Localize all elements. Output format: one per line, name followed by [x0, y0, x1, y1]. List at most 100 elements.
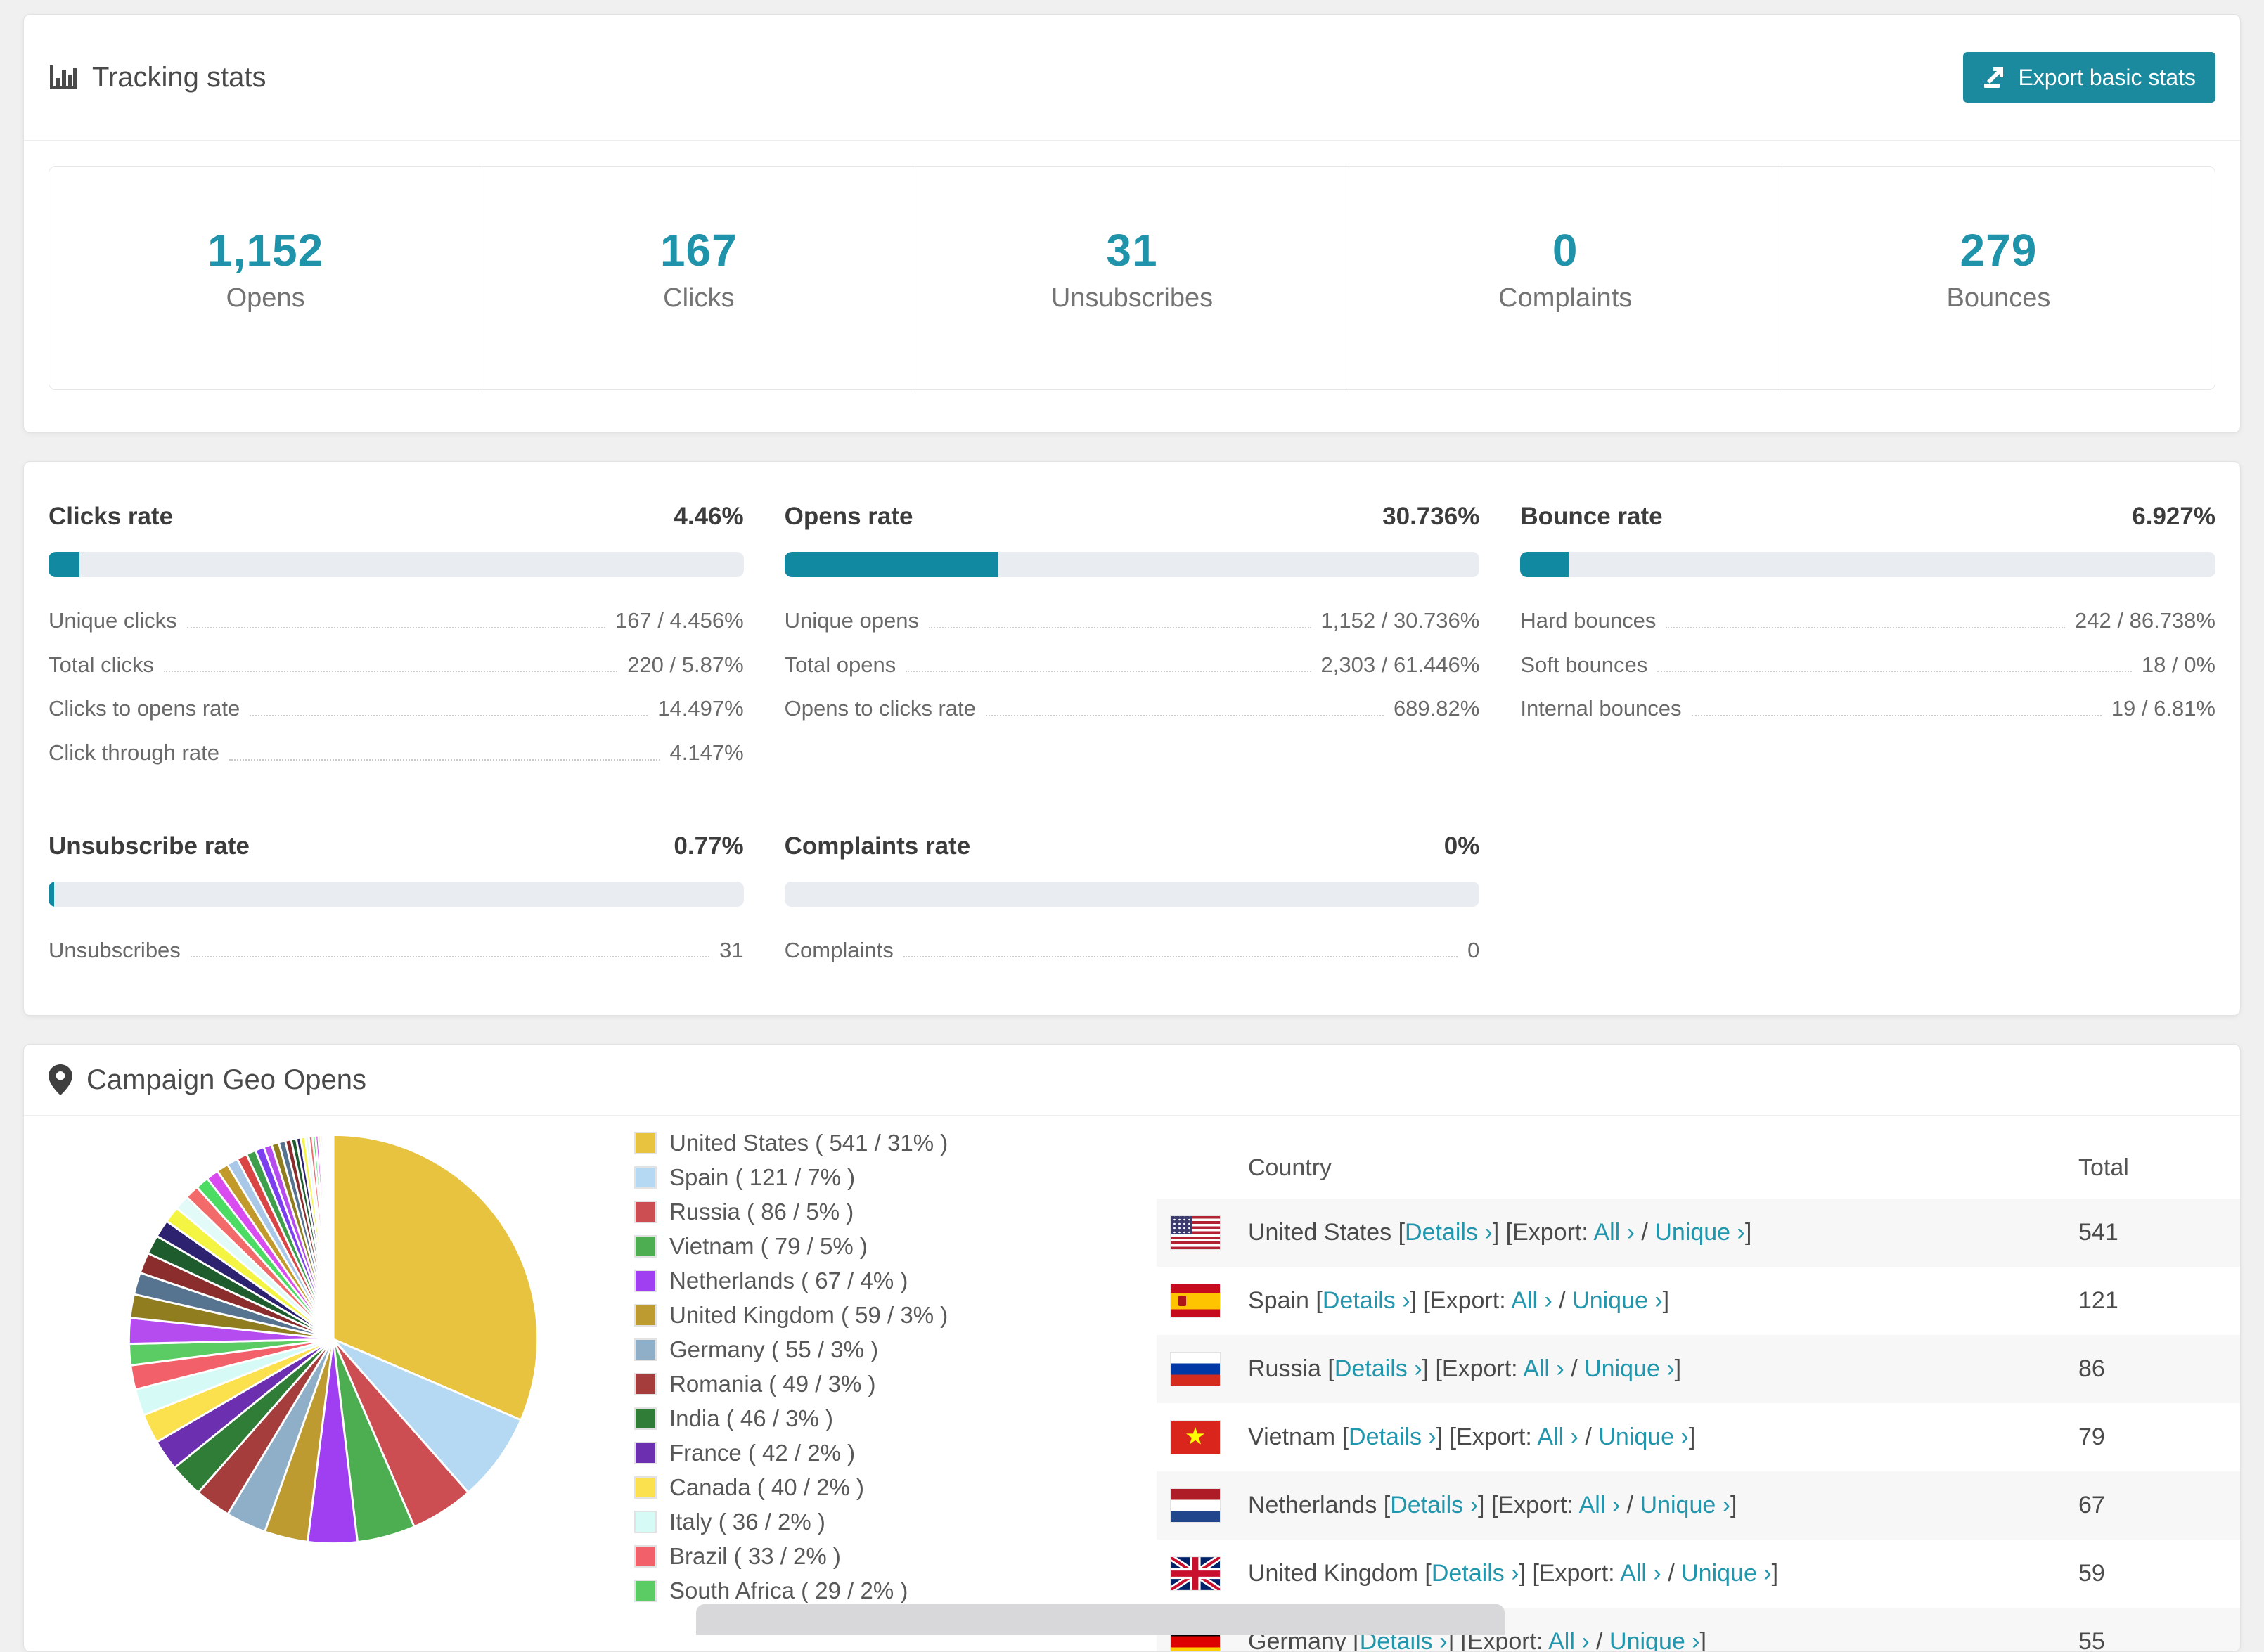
details-link[interactable]: Details ›	[1323, 1287, 1410, 1314]
export-basic-stats-button[interactable]: Export basic stats	[1963, 52, 2215, 103]
legend-swatch	[634, 1373, 657, 1396]
legend-item: Germany ( 55 / 3% )	[634, 1336, 1077, 1363]
legend-item: Canada ( 40 / 2% )	[634, 1474, 1077, 1501]
export-unique-link[interactable]: Unique ›	[1584, 1355, 1675, 1382]
clicks-count: 167	[660, 225, 738, 276]
geo-opens-header: Campaign Geo Opens	[24, 1045, 2240, 1116]
opens-rate-value: 30.736%	[1382, 503, 1480, 530]
export-all-link[interactable]: All ›	[1537, 1424, 1578, 1450]
dotted-leader	[1691, 714, 2102, 716]
dotted-leader	[190, 956, 710, 958]
legend-swatch	[634, 1304, 657, 1327]
uk-flag-icon	[1171, 1557, 1220, 1591]
details-link[interactable]: Details ›	[1405, 1219, 1493, 1246]
table-row-russia: Russia [Details ›] [Export: All › / Uniq…	[1157, 1335, 2240, 1404]
bounces-count: 279	[1960, 225, 2038, 276]
export-all-link[interactable]: All ›	[1511, 1287, 1552, 1314]
stat-row: Complaints 0	[784, 937, 1480, 962]
clicks-rate-value: 4.46%	[674, 503, 744, 530]
table-row-united-states: United States [Details ›] [Export: All ›…	[1157, 1199, 2240, 1267]
export-all-link[interactable]: All ›	[1579, 1492, 1621, 1518]
vietnam-flag-icon	[1171, 1421, 1220, 1454]
details-link[interactable]: Details ›	[1334, 1355, 1422, 1382]
legend-item: Brazil ( 33 / 2% )	[634, 1543, 1077, 1570]
stat-row: Unsubscribes 31	[49, 937, 744, 962]
details-link[interactable]: Details ›	[1349, 1424, 1436, 1450]
country-total: 79	[2078, 1424, 2105, 1451]
dotted-leader	[163, 671, 618, 673]
export-all-link[interactable]: All ›	[1593, 1219, 1635, 1246]
opens-count: 1,152	[207, 225, 324, 276]
legend-swatch	[634, 1132, 657, 1155]
unsubscribe-rate-section: Unsubscribe rate 0.77% Unsubscribes 31	[49, 832, 744, 963]
export-unique-link[interactable]: Unique ›	[1572, 1287, 1663, 1314]
unsubscribes-label: Unsubscribes	[1050, 283, 1214, 313]
us-flag-icon	[1171, 1216, 1220, 1250]
summary-bounces: 279 Bounces	[1781, 167, 2215, 389]
legend-swatch	[634, 1442, 657, 1465]
dotted-leader	[903, 956, 1458, 958]
country-name: United Kingdom	[1248, 1560, 1418, 1587]
dotted-leader	[186, 626, 605, 628]
legend-swatch	[634, 1580, 657, 1603]
dotted-leader	[1657, 671, 2132, 673]
export-unique-link[interactable]: Unique ›	[1598, 1424, 1689, 1450]
legend-item: Romania ( 49 / 3% )	[634, 1371, 1077, 1398]
complaints-rate-section: Complaints rate 0% Complaints 0	[784, 832, 1480, 963]
geo-opens-table: Country Total United States [Details ›] …	[1157, 1137, 2240, 1652]
legend-swatch	[634, 1338, 657, 1362]
summary-opens: 1,152 Opens	[49, 167, 482, 389]
unsubscribe-rate-progressbar	[49, 881, 744, 907]
stat-row: Unique opens 1,152 / 30.736%	[784, 608, 1480, 633]
country-name: Spain	[1248, 1287, 1309, 1315]
country-name: United States	[1248, 1219, 1392, 1246]
export-unique-link[interactable]: Unique ›	[1609, 1628, 1700, 1651]
stat-row: Unique clicks 167 / 4.456%	[49, 608, 744, 633]
export-all-link[interactable]: All ›	[1523, 1355, 1564, 1382]
country-total: 541	[2078, 1219, 2118, 1246]
export-unique-link[interactable]: Unique ›	[1681, 1560, 1772, 1587]
dotted-leader	[229, 759, 660, 761]
export-all-link[interactable]: All ›	[1620, 1560, 1661, 1587]
total-column-header: Total	[2078, 1154, 2129, 1181]
complaints-rate-value: 0%	[1443, 832, 1480, 860]
table-row-united-kingdom: United Kingdom [Details ›] [Export: All …	[1157, 1540, 2240, 1608]
dotted-leader	[250, 714, 648, 716]
legend-item: Russia ( 86 / 5% )	[634, 1199, 1077, 1225]
bounce-rate-section: Bounce rate 6.927% Hard bounces 242 / 86.…	[1520, 503, 2215, 766]
stat-row: Soft bounces 18 / 0%	[1520, 652, 2215, 677]
stat-row: Total opens 2,303 / 61.446%	[784, 652, 1480, 677]
russia-flag-icon	[1171, 1353, 1220, 1386]
bounce-rate-value: 6.927%	[2132, 503, 2215, 530]
campaign-geo-opens-card: Campaign Geo Opens United States ( 541 /…	[23, 1044, 2241, 1652]
legend-item: France ( 42 / 2% )	[634, 1440, 1077, 1466]
geo-pie-chart	[115, 1121, 551, 1561]
details-link[interactable]: Details ›	[1390, 1492, 1478, 1518]
table-row-spain: Spain [Details ›] [Export: All › / Uniqu…	[1157, 1267, 2240, 1335]
export-unique-link[interactable]: Unique ›	[1640, 1492, 1731, 1518]
details-link[interactable]: Details ›	[1432, 1560, 1519, 1587]
legend-item: South Africa ( 29 / 2% )	[634, 1577, 1077, 1604]
summary-stats: 1,152 Opens 167 Clicks 31 Unsubscribes 0…	[49, 166, 2215, 390]
legend-swatch	[634, 1201, 657, 1224]
export-unique-link[interactable]: Unique ›	[1654, 1219, 1745, 1246]
horizontal-scrollbar[interactable]	[696, 1604, 1505, 1635]
opens-rate-section: Opens rate 30.736% Unique opens 1,152 / 3…	[784, 503, 1480, 766]
rates-card: Clicks rate 4.46% Unique clicks 167 / 4.4…	[23, 461, 2241, 1017]
bounce-rate-progressbar	[1520, 552, 2215, 577]
legend-item: Spain ( 121 / 7% )	[634, 1164, 1077, 1191]
legend-swatch	[634, 1235, 657, 1258]
dotted-leader	[928, 626, 1311, 628]
country-name: Netherlands	[1248, 1492, 1377, 1519]
country-total: 121	[2078, 1287, 2118, 1315]
country-column-header: Country	[1248, 1154, 1332, 1181]
export-all-link[interactable]: All ›	[1548, 1628, 1590, 1651]
opens-rate-title: Opens rate	[784, 503, 913, 530]
legend-swatch	[634, 1407, 657, 1431]
legend-item: United States ( 541 / 31% )	[634, 1130, 1077, 1156]
legend-swatch	[634, 1545, 657, 1568]
bounces-label: Bounces	[1946, 283, 2051, 313]
clicks-rate-progressbar	[49, 552, 744, 577]
rates-grid: Clicks rate 4.46% Unique clicks 167 / 4.4…	[49, 503, 2215, 962]
complaints-rate-progressbar	[784, 881, 1480, 907]
